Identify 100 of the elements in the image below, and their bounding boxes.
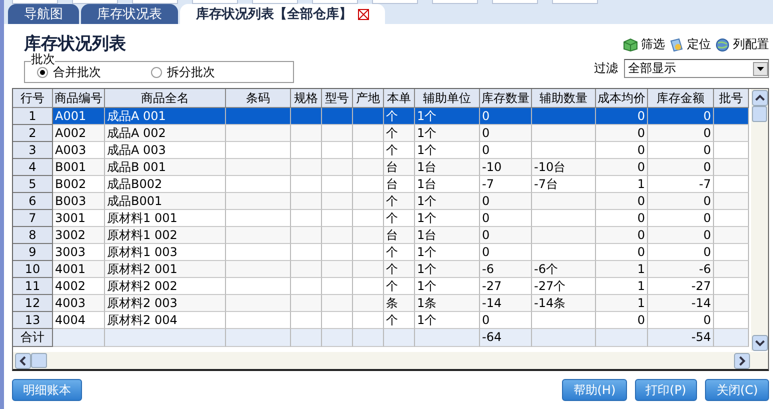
table-cell: 0 <box>480 193 532 210</box>
locate-button[interactable]: 定位 <box>669 36 711 53</box>
table-row[interactable]: 4 B001 成品B 001 台 1台 -10 -10台 0 0 <box>13 159 749 176</box>
table-cell: 0 <box>648 193 714 210</box>
table-cell: -6个 <box>532 261 596 278</box>
table-cell <box>532 108 596 125</box>
table-cell <box>714 193 749 210</box>
table-cell <box>226 261 291 278</box>
column-header[interactable]: 库存数量 <box>480 89 532 108</box>
table-cell: -14 <box>480 295 532 312</box>
table-cell <box>322 227 353 244</box>
table-cell: 4003 <box>53 295 105 312</box>
column-header[interactable]: 辅助数量 <box>532 89 596 108</box>
row-number: 11 <box>13 278 53 295</box>
table-cell <box>322 125 353 142</box>
table-row[interactable]: 2 A002 成品A 002 个 1个 0 0 0 <box>13 125 749 142</box>
column-header[interactable]: 成本均价 <box>596 89 648 108</box>
toolbar-tab[interactable] <box>12 0 58 4</box>
table-cell: 原材料2 003 <box>105 295 226 312</box>
vertical-scrollbar[interactable] <box>751 89 768 351</box>
tab[interactable]: 导航图 <box>8 4 79 24</box>
toolbar-tab[interactable] <box>372 0 418 4</box>
scroll-down-icon[interactable] <box>752 335 768 351</box>
column-header[interactable]: 批号 <box>714 89 749 108</box>
table-cell <box>353 125 384 142</box>
toolbar-tab[interactable] <box>432 0 478 4</box>
table-cell: 3002 <box>53 227 105 244</box>
column-header[interactable]: 行号 <box>13 89 53 108</box>
box-icon[interactable] <box>623 38 638 52</box>
table-cell: 0 <box>596 193 648 210</box>
toolbar-tab[interactable] <box>492 0 538 4</box>
table-cell <box>226 295 291 312</box>
table-row[interactable]: 12 4003 原材料2 003 条 1条 -14 -14条 1 -14 <box>13 295 749 312</box>
table-cell: 个 <box>384 193 415 210</box>
toolbar-tab[interactable] <box>72 0 118 4</box>
table-cell: 1台 <box>415 227 480 244</box>
table-cell <box>322 108 353 125</box>
horizontal-scrollbar[interactable] <box>13 352 768 369</box>
table-cell: 成品B001 <box>105 193 226 210</box>
scroll-right-icon[interactable] <box>734 352 750 368</box>
scroll-thumb[interactable] <box>752 106 767 122</box>
table-cell: A002 <box>53 125 105 142</box>
table-row[interactable]: 1 A001 成品A 001 个 1个 0 0 0 <box>13 108 749 125</box>
table-cell <box>714 108 749 125</box>
table-cell: 1台 <box>415 159 480 176</box>
table-cell: B001 <box>53 159 105 176</box>
row-number: 9 <box>13 244 53 261</box>
table-cell <box>714 159 749 176</box>
column-header[interactable]: 条码 <box>226 89 291 108</box>
filter-button[interactable]: 筛选 <box>623 36 665 53</box>
table-cell <box>714 227 749 244</box>
table-cell <box>532 193 596 210</box>
tab[interactable]: 库存状况表 <box>81 4 178 24</box>
filter-label: 过滤 <box>594 60 618 77</box>
table-cell <box>226 125 291 142</box>
column-header[interactable]: 库存金额 <box>648 89 714 108</box>
table-row[interactable]: 8 3002 原材料1 002 台 1台 0 0 0 <box>13 227 749 244</box>
column-header[interactable]: 规格 <box>291 89 322 108</box>
table-cell: 1个 <box>415 125 480 142</box>
table-cell <box>532 125 596 142</box>
table-cell: 1条 <box>415 295 480 312</box>
table-cell: 0 <box>596 108 648 125</box>
table-cell <box>291 159 322 176</box>
filter-dropdown[interactable]: 全部显示 <box>624 59 769 78</box>
scroll-thumb[interactable] <box>31 353 47 368</box>
table-cell: 4001 <box>53 261 105 278</box>
close-icon[interactable] <box>358 8 369 20</box>
table-cell <box>291 261 322 278</box>
column-header[interactable]: 产地 <box>353 89 384 108</box>
table-cell <box>714 261 749 278</box>
table-cell: -6 <box>648 261 714 278</box>
radio-option[interactable]: 合并批次 <box>37 64 101 80</box>
scroll-left-icon[interactable] <box>15 352 31 368</box>
toolbar-tab[interactable] <box>252 0 298 4</box>
table-row[interactable]: 6 B003 成品B001 个 1个 0 0 0 <box>13 193 749 210</box>
table-cell: 原材料1 002 <box>105 227 226 244</box>
row-number: 1 <box>13 108 53 125</box>
table-cell <box>291 295 322 312</box>
table-cell: 1 <box>596 261 648 278</box>
table-cell <box>714 125 749 142</box>
toolbar-tab[interactable] <box>192 0 238 4</box>
table-row[interactable]: 10 4001 原材料2 001 个 1个 -6 -6个 1 -6 <box>13 261 749 278</box>
column-header[interactable]: 型号 <box>322 89 353 108</box>
radio-option[interactable]: 拆分批次 <box>151 64 215 80</box>
globe-icon[interactable] <box>715 38 730 52</box>
column-header[interactable]: 商品全名 <box>105 89 226 108</box>
table-cell: 个 <box>384 108 415 125</box>
toolbar-tab[interactable] <box>312 0 358 4</box>
scroll-up-icon[interactable] <box>752 90 768 106</box>
column-header[interactable]: 商品编号 <box>53 89 105 108</box>
page-title: 库存状况列表 <box>24 33 127 54</box>
column-header[interactable]: 辅助单位 <box>415 89 480 108</box>
toolbar-tab[interactable] <box>552 0 598 4</box>
column-header[interactable]: 本单 <box>384 89 415 108</box>
table-cell: 0 <box>648 108 714 125</box>
total-cell <box>53 329 105 347</box>
group-legend: 批次 <box>31 53 55 65</box>
toolbar-tab[interactable] <box>132 0 178 4</box>
column-config-button[interactable]: 列配置 <box>715 36 769 53</box>
tab[interactable]: 库存状况列表【全部仓库】 <box>180 4 385 24</box>
